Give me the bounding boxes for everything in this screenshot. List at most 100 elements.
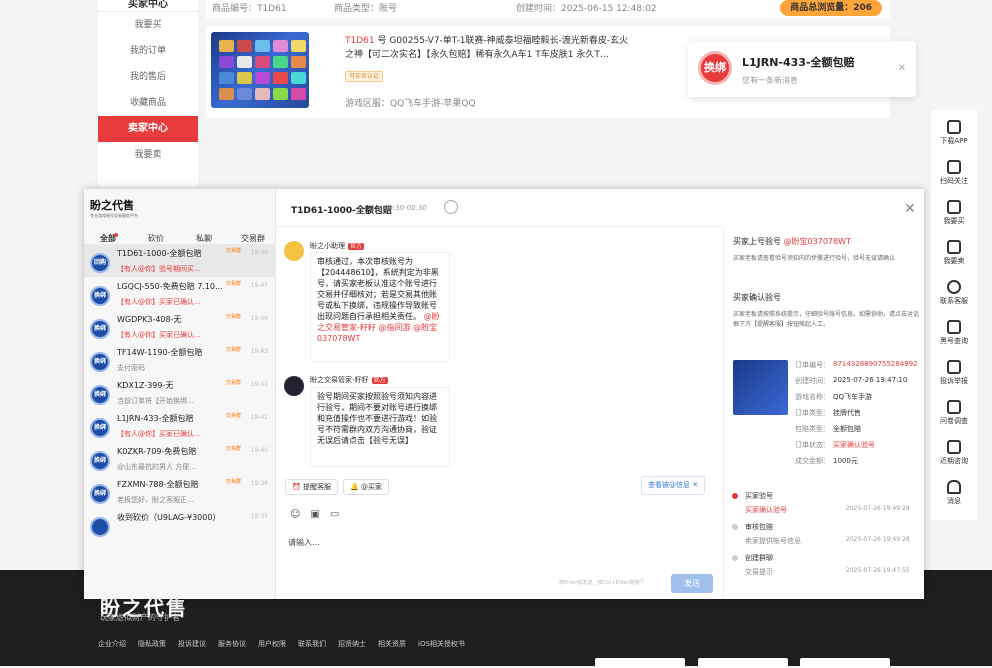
conversation-time: 19:37 [250,513,268,520]
order-field-label: 成交金额： [795,457,830,465]
footer-link[interactable]: 用户权限 [258,640,286,648]
msg2-bubble: 验号期间买家按照验号须知内容进行验号，期间不要对账号进行换绑和充值操作也不要进行… [310,387,450,467]
emoji-icon[interactable]: ☺ [290,509,300,520]
buy-button[interactable]: 我要买 [931,200,977,226]
group-badge: 交易群 [226,380,242,386]
notification-toast[interactable]: 换绑 L1JRN-433-全额包赔 您有一条新消息 ✕ [688,41,916,97]
conversation-item[interactable]: 回购 T1D61-1000-全额包赔 交易群 19:49 【有人@你】验号期间买… [84,244,276,277]
headset-icon [947,280,961,294]
close-icon[interactable]: ✕ [898,63,906,74]
nav-item-aftersale[interactable]: 我的售后 [98,64,198,90]
manager-avatar [284,376,304,396]
cert-badge[interactable] [800,658,890,668]
chat-service-hours: 09:30-00:30 [384,204,427,212]
timeline-step: 审核包赔 [745,523,773,531]
footer-link[interactable]: 隐私政策 [138,640,166,648]
group-badge: 交易群 [226,347,242,353]
footer-link[interactable]: 相关资质 [378,640,406,648]
video-icon[interactable]: ▭ [330,509,339,520]
conversation-item[interactable]: 换绑 K0ZKR-709-免费包赔 交易群 19:40 @山东最抗的男人 方便… [84,442,276,475]
chat-window: 盼之代售 专业游戏账号交易服务平台 全部 砍价 私聊 交易群 回购 T1D61-1… [84,189,924,599]
image-icon[interactable]: ▣ [310,509,319,520]
conversation-preview: 【有人@你】买家已确认… [117,331,201,339]
product-info-bar: 商品编号：T1D61 商品类型：账号 创建时间：2025-06-15 12:48… [206,0,890,18]
download-app-button[interactable]: 下载APP [931,120,977,146]
product-type: 商品类型：账号 [334,4,398,14]
blacklist-query-button[interactable]: 黑号查询 [931,320,977,346]
mention-buyer-button[interactable]: 🔔 @买家 [343,479,389,495]
footer-link[interactable]: 服务协议 [218,640,246,648]
timeline-dot [732,555,738,561]
conversation-item[interactable]: 收到砍价（U9LAG-¥3000） 19:37 [84,508,276,541]
assistant-avatar [284,241,304,261]
conversation-item[interactable]: 换绑 FZXMN-788-全额包赔 交易群 19:38 老板您好，盼之客服正… [84,475,276,508]
timeline-step: 买家验号 [745,492,773,500]
step-title-login: 买家上号验号 @盼宝037078WT [733,236,851,247]
timeline-dot [732,524,738,530]
chat-header: T1D61-1000-全额包赔 09:30-00:30 [276,189,723,227]
cert-badge[interactable] [698,658,788,668]
conversation-item[interactable]: 换绑 KDX1Z-399-无 交易群 19:41 当前订单将【开始换绑… [84,376,276,409]
recent-consult-button[interactable]: 近期咨询 [931,440,977,466]
footer-link[interactable]: 投诉建议 [178,640,206,648]
messages-label: 消息 [947,497,961,505]
sell-button[interactable]: 我要卖 [931,240,977,266]
tab-private[interactable]: 私聊 [196,233,212,244]
nav-item-orders[interactable]: 我的订单 [98,38,198,64]
support-button[interactable]: 联系客服 [931,280,977,306]
group-badge: 交易群 [226,281,242,287]
cert-badge[interactable] [595,658,685,668]
conversation-item[interactable]: 换绑 WGDPK3-408-无 交易群 19:46 【有人@你】买家已确认… [84,310,276,343]
brand-name: 盼之代售 [90,199,134,212]
close-icon[interactable]: ✕ [904,201,916,217]
conversation-preview: @山东最抗的男人 方便… [117,463,197,471]
group-avatar: 换绑 [90,286,110,306]
conversation-time: 19:41 [250,381,268,388]
tab-bargain[interactable]: 砍价 [148,233,164,244]
conversation-time: 19:47 [250,282,268,289]
survey-button[interactable]: 问卷调查 [931,400,977,426]
footer-link[interactable]: iOS相关授权书 [418,640,465,648]
product-title-text: 号 G00255-V7-单T-1联赛-神威泰坦福睦毅长-渡光新春皮-玄火之神【可… [345,36,629,60]
timeline-status: 交易提示 [745,568,773,576]
conversation-name: TF14W-1190-全额包赔 [117,348,203,357]
phone-icon [947,120,961,134]
timeline-time: 2025-07-26 19:49:28 [846,536,910,543]
footer-link[interactable]: 企业介绍 [98,640,126,648]
nav-section-seller[interactable]: 卖家中心 [98,116,198,142]
input-toolbar: ☺ ▣ ▭ [290,509,349,520]
conversation-list: 盼之代售 专业游戏账号交易服务平台 全部 砍价 私聊 交易群 回购 T1D61-1… [84,189,276,599]
product-title[interactable]: T1D61 号 G00255-V7-单T-1联赛-神威泰坦福睦毅长-渡光新春皮-… [345,34,635,62]
mention-buyer-label: @买家 [360,483,382,491]
step-desc-confirm: 买家老板请按照系统提示，仔细验号账号信息。如需协助，请点击对话框下方【提醒客服】… [733,311,920,328]
nav-item-sell[interactable]: 我要卖 [98,142,198,168]
order-field-value: 挂牌代售 [833,409,861,417]
step-mention[interactable]: @盼宝037078WT [784,237,851,246]
follow-button[interactable]: 扫码关注 [931,160,977,186]
conversation-item[interactable]: 换绑 TF14W-1190-全额包赔 交易群 19:43 支付密码 [84,343,276,376]
nav-item-favorites[interactable]: 收藏商品 [98,90,198,116]
nav-item-buy[interactable]: 我要买 [98,12,198,38]
footer-link[interactable]: 招贤纳士 [338,640,366,648]
timeline-step: 创建群聊 [745,554,773,562]
conversation-name: L1JRN-433-全额包赔 [117,414,194,423]
conversation-item[interactable]: 换绑 LGQCJ-550-免费包赔 7.10… 交易群 19:47 【有人@你】… [84,277,276,310]
tab-group[interactable]: 交易群 [241,233,265,244]
conversation-preview: 当前订单将【开始换绑… [117,397,194,405]
remind-support-button[interactable]: ⏰ 提醒客服 [285,479,338,495]
view-mentions-button[interactable]: 查看被@信息 ✕ [641,476,706,495]
conversation-item[interactable]: 换绑 L1JRN-433-全额包赔 交易群 19:41 【有人@你】买家已确认… [84,409,276,442]
survey-icon [947,400,961,414]
step-title-login-text: 买家上号验号 [733,237,781,246]
send-button[interactable]: 发送 [671,574,713,593]
members-icon[interactable] [444,200,458,214]
footer-link[interactable]: 联系我们 [298,640,326,648]
message-input[interactable]: 请输入... [288,537,320,548]
report-icon [947,360,961,374]
toast-title: L1JRN-433-全额包赔 [742,56,855,69]
survey-label: 问卷调查 [940,417,968,425]
report-button[interactable]: 投诉举报 [931,360,977,386]
group-avatar: 回购 [90,253,110,273]
product-image[interactable] [211,32,309,108]
messages-button[interactable]: 消息 [931,480,977,506]
